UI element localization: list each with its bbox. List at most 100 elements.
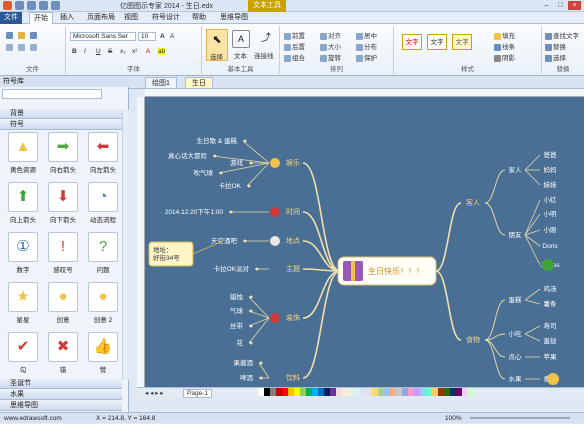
r-child-1-0[interactable]: 蛋糕 [509, 295, 523, 304]
shape-arrow-left[interactable]: ⬅ 向左箭头 [86, 132, 120, 176]
page-tab[interactable]: Page-1 [183, 389, 212, 398]
grand-0-3[interactable]: 小红 [544, 195, 558, 204]
undo-icon[interactable] [27, 1, 36, 10]
branch-r1[interactable]: 食物 [466, 335, 480, 344]
style-swatch-2[interactable]: 文字 [427, 34, 447, 50]
menu-symbol-design[interactable]: 符号设计 [148, 12, 184, 24]
menu-insert[interactable]: 插入 [56, 12, 78, 24]
address-callout[interactable] [148, 241, 194, 267]
shape-number[interactable]: ① 数字 [6, 232, 40, 276]
shrink-font-icon[interactable]: A [170, 33, 174, 40]
zoom-slider[interactable] [470, 417, 570, 419]
branch-2[interactable]: 地点 [286, 236, 300, 245]
branch-4[interactable]: 装饰 [286, 313, 300, 322]
style-swatch-1[interactable]: 文字 [402, 34, 422, 50]
group-button[interactable]: 组合 [284, 52, 305, 62]
replace-button[interactable]: 替换 [545, 41, 566, 51]
branch-0[interactable]: 娱乐 [286, 158, 300, 167]
strike-button[interactable]: S [108, 48, 112, 55]
shape-question[interactable]: ? 问题 [86, 232, 120, 276]
bold-button[interactable]: B [72, 48, 77, 55]
shape-bulb[interactable]: ● 创意 [46, 282, 80, 326]
subscript-button[interactable]: x₂ [120, 48, 126, 55]
branch-3[interactable]: 主题 [286, 264, 300, 273]
leaf-5-1[interactable]: 啤酒 [240, 373, 254, 382]
shape-arrow-down[interactable]: ⬇ 向下箭头 [46, 182, 80, 226]
font-color-button[interactable]: A [146, 48, 150, 55]
open-icon[interactable] [18, 32, 25, 39]
copy-icon[interactable] [18, 44, 25, 51]
branch-r0[interactable]: 客人 [466, 198, 480, 207]
size-button[interactable]: 大小 [320, 41, 341, 51]
menu-help[interactable]: 帮助 [188, 12, 210, 24]
menu-home[interactable]: 开始 [29, 12, 53, 24]
underline-button[interactable]: U [96, 48, 101, 55]
shape-exclamation[interactable]: ! 感叹号 [46, 232, 80, 276]
category-mindmap[interactable]: 思维导图 [0, 401, 122, 411]
bring-front-button[interactable]: 前置 [284, 30, 305, 40]
r-child-0-0[interactable]: 家人 [509, 165, 523, 174]
leaf-3-0[interactable]: 卡拉OK派对 [214, 264, 250, 273]
leaf-4-2[interactable]: 丝带 [230, 321, 244, 330]
library-scrollbar[interactable] [122, 110, 129, 380]
align-button[interactable]: 对齐 [320, 30, 341, 40]
leaf-0-4[interactable]: 卡拉OK [219, 181, 242, 190]
mindmap-canvas[interactable]: 娱乐 生日歌 & 蛋糕 真心话大冒险 游戏 吹气球 卡拉OK 时间 2014.12.20下午1… [145, 97, 584, 387]
protect-button[interactable]: 保护 [356, 52, 377, 62]
text-tool-button[interactable]: A 文本 [230, 29, 252, 61]
grand-0-4[interactable]: 小明 [544, 209, 558, 218]
style-swatch-3[interactable]: 文字 [452, 34, 472, 50]
grand-0-5[interactable]: 小刚 [544, 225, 557, 234]
r-child-0-1[interactable]: 朋友 [509, 230, 523, 239]
leaf-5-0[interactable]: 果酱酒 [234, 358, 254, 367]
grand-0-0[interactable]: 爸爸 [544, 150, 558, 159]
shape-arrow-up[interactable]: ⬆ 向上箭头 [6, 182, 40, 226]
send-back-button[interactable]: 后置 [284, 41, 305, 51]
menu-file[interactable]: 文件 [0, 12, 22, 24]
redo-icon[interactable] [39, 1, 48, 10]
select-tool-button[interactable]: ⬉ 选择 [206, 29, 228, 61]
branch-5[interactable]: 饮料 [286, 373, 300, 382]
maximize-button[interactable]: □ [554, 1, 567, 10]
new-icon[interactable] [6, 32, 13, 39]
context-tab[interactable]: 文本工具 [248, 0, 286, 12]
leaf-0-1[interactable]: 真心话大冒险 [168, 151, 208, 160]
leaf-2-0[interactable]: 天空酒吧 [211, 236, 238, 245]
center-button[interactable]: 居中 [356, 30, 377, 40]
category-symbols[interactable]: 符号 [0, 120, 122, 130]
shape-arrow-right[interactable]: ➡ 向右箭头 [46, 132, 80, 176]
menu-view[interactable]: 视图 [120, 12, 142, 24]
connector-tool-button[interactable]: ⤴ 连接线 [254, 29, 278, 61]
shape-cross[interactable]: ✖ 错 [46, 332, 80, 376]
cut-icon[interactable] [6, 44, 13, 51]
shape-check[interactable]: ✔ 勾 [6, 332, 40, 376]
grand-1-3[interactable]: 蛋挞 [544, 336, 558, 345]
category-fruit[interactable]: 水果 [0, 390, 122, 400]
r-child-1-1[interactable]: 小吃 [509, 329, 523, 338]
shadow-button[interactable]: 阴影 [494, 52, 515, 62]
grand-1-4[interactable]: 苹果 [544, 352, 558, 361]
italic-button[interactable]: I [84, 48, 86, 55]
leaf-4-1[interactable]: 气球 [230, 306, 244, 315]
r-child-1-2[interactable]: 点心 [509, 353, 523, 361]
page-nav-arrows-icon[interactable]: ◂ ◂ ▸ ▸ [145, 389, 163, 397]
shape-triangle-up[interactable]: ▲ 黄色资源 [6, 132, 40, 176]
category-christmas[interactable]: 圣诞节 [0, 379, 122, 389]
save-file-icon[interactable] [30, 32, 37, 39]
font-size-field[interactable]: 10 [138, 32, 156, 41]
leaf-0-2[interactable]: 游戏 [230, 158, 244, 167]
find-text-button[interactable]: 查找文字 [545, 30, 579, 40]
grand-0-6[interactable]: Doris [542, 243, 558, 250]
tab-drawing1[interactable]: 绘图1 [145, 77, 177, 88]
grand-1-1[interactable]: 薯条 [544, 299, 558, 308]
category-background[interactable]: 背景 [0, 109, 122, 119]
paste-icon[interactable] [30, 44, 37, 51]
font-name-field[interactable]: Microsoft Sans Ser [70, 32, 136, 41]
shape-bulb2[interactable]: ● 创意 2 [86, 282, 120, 326]
superscript-button[interactable]: x² [132, 48, 137, 55]
grow-font-icon[interactable]: A [160, 33, 165, 40]
palette-swatch[interactable] [468, 388, 474, 396]
library-combo[interactable] [2, 89, 102, 99]
grand-0-1[interactable]: 妈妈 [544, 165, 558, 174]
tab-birthday[interactable]: 生日 [185, 77, 213, 88]
